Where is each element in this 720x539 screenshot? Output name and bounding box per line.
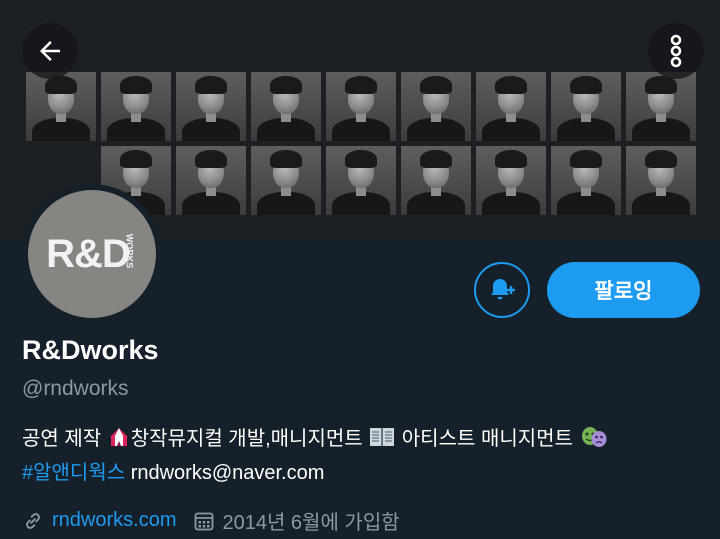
banner-portrait	[626, 72, 696, 141]
profile-bio: 공연 제작 창작뮤지컬 개발,매니지먼트 아티스트 매니지먼트 #알앤디웍스 r…	[22, 424, 702, 489]
following-button[interactable]: 팔로잉	[547, 262, 700, 318]
calendar-icon	[195, 512, 214, 530]
avatar-logo-main: R&D	[46, 231, 131, 276]
banner-portrait	[251, 146, 321, 215]
banner-portrait	[401, 72, 471, 141]
profile-meta: rndworks.com 2014년 6월에 가입함	[22, 506, 400, 535]
banner-portrait	[401, 146, 471, 215]
banner-portrait	[326, 146, 396, 215]
bio-text-3: 아티스트 매니지먼트	[401, 428, 573, 450]
banner-portrait	[626, 146, 696, 215]
banner-portrait	[176, 72, 246, 141]
back-button[interactable]	[22, 23, 78, 79]
join-date: 2014년 6월에 가입함	[222, 512, 400, 534]
bell-plus-icon	[491, 279, 515, 300]
profile-website-link[interactable]: rndworks.com	[52, 509, 176, 532]
banner-portrait	[101, 72, 171, 141]
bio-text-2: 창작뮤지컬 개발,매니지먼트	[130, 428, 363, 450]
avatar[interactable]: R&D WORKS	[22, 184, 162, 324]
banner-portrait	[176, 146, 246, 215]
banner-portrait	[551, 146, 621, 215]
banner-portrait	[251, 72, 321, 141]
avatar-logo-side: WORKS	[123, 233, 134, 269]
bio-email: rndworks@naver.com	[130, 462, 325, 484]
link-icon	[26, 512, 40, 529]
banner-portrait	[551, 72, 621, 141]
bio-text-1: 공연 제작	[22, 428, 102, 450]
more-vertical-icon	[670, 34, 682, 68]
notification-bell-button[interactable]	[474, 262, 530, 318]
performing-arts-icon	[580, 426, 608, 458]
profile-handle: @rndworks	[22, 377, 129, 400]
banner-portrait	[326, 72, 396, 141]
avatar-logo: R&D WORKS	[28, 190, 156, 318]
circus-tent-icon	[108, 426, 130, 458]
banner-portrait	[476, 146, 546, 215]
more-options-button[interactable]	[648, 23, 704, 79]
hashtag-link[interactable]: #알앤디웍스	[22, 462, 125, 484]
notebook-icon	[369, 426, 395, 458]
banner-portrait	[476, 72, 546, 141]
profile-name: R&Dworks	[22, 335, 159, 365]
banner-portrait	[26, 72, 96, 141]
back-arrow-icon	[40, 41, 60, 61]
